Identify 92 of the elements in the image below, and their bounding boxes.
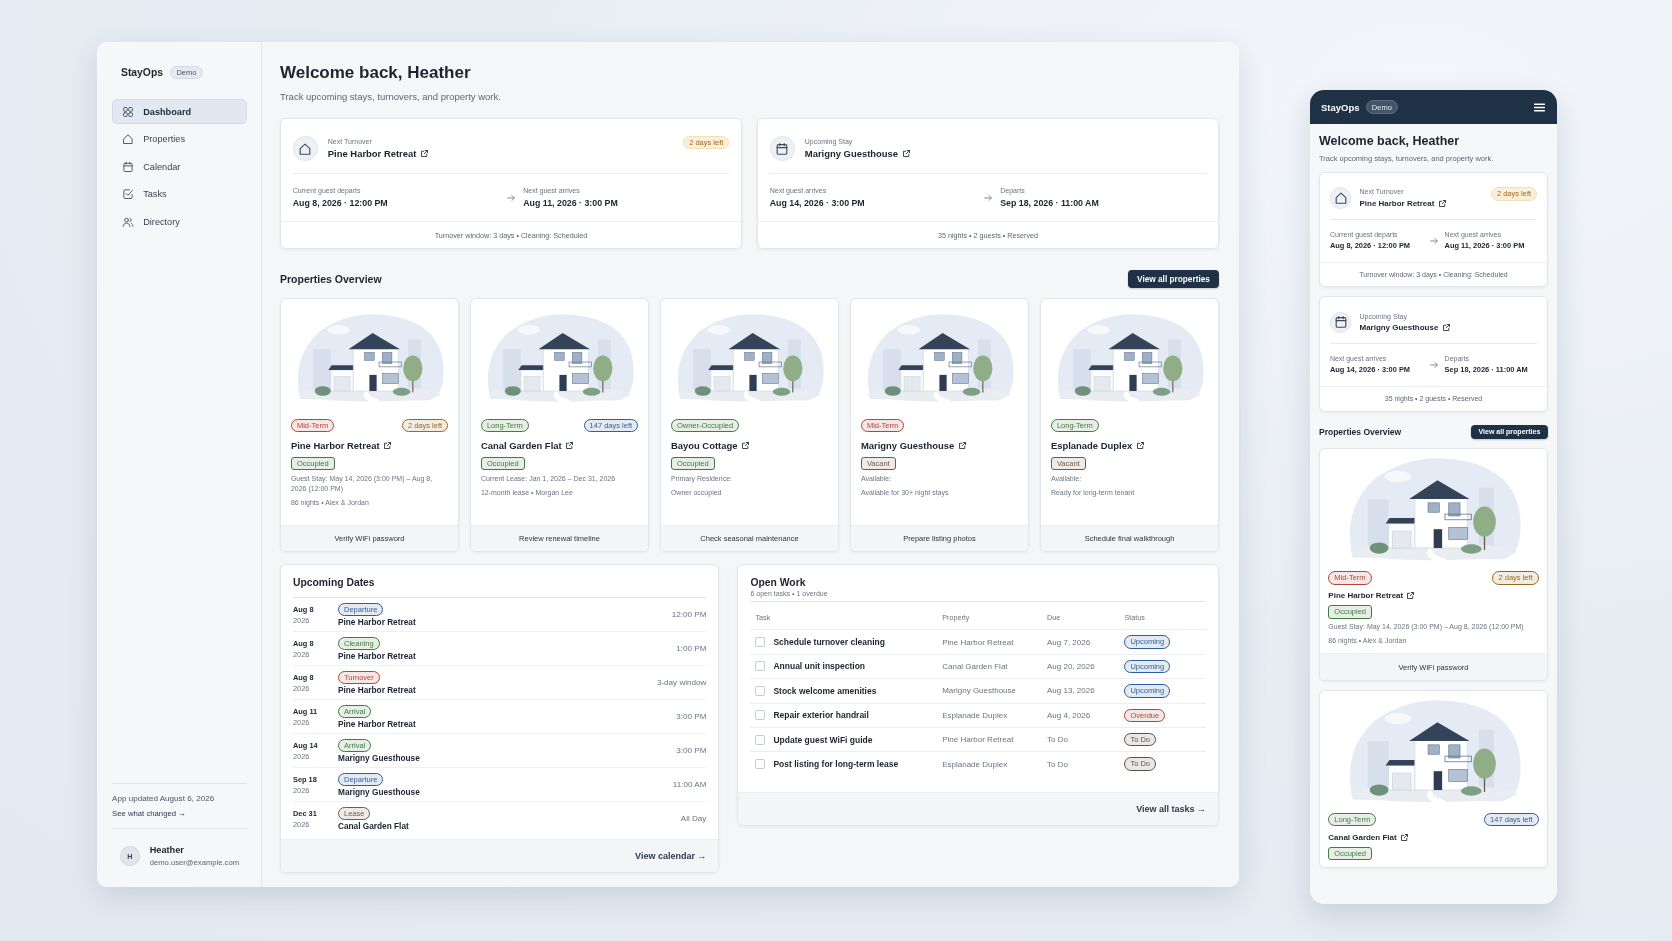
property-name[interactable]: Pine Harbor Retreat	[327, 148, 417, 160]
brand-name: StayOps	[1321, 101, 1360, 113]
event-time: 3:00 PM	[676, 712, 707, 722]
external-link-icon	[420, 149, 430, 159]
task-name: Update guest WiFi guide	[773, 734, 873, 745]
house-icon	[122, 133, 134, 146]
page-subtitle: Track upcoming stays, turnovers, and property work.	[280, 91, 502, 102]
nav-item[interactable]: Calendar	[112, 154, 247, 180]
due-date: Aug 20, 2026	[1047, 661, 1095, 671]
user-name: Heather	[149, 845, 185, 856]
date-time: Aug 11, 2026 · 3:00 PM	[523, 197, 619, 208]
external-link-icon	[1399, 833, 1409, 843]
property-name: Pine Harbor Retreat	[942, 637, 1014, 647]
page-title: Welcome back, Heather	[1319, 134, 1461, 148]
external-link-icon	[958, 441, 967, 451]
external-link-icon	[565, 441, 575, 451]
section-title: Open Work	[750, 577, 807, 589]
event-time: All Day	[680, 814, 707, 824]
date-time: Sep 18, 2026 · 11:00 AM	[1000, 197, 1100, 208]
event-time: 12:00 PM	[671, 610, 707, 620]
property-name: Esplanade Duplex	[942, 759, 1008, 769]
page-title: Welcome back, Heather	[280, 63, 472, 83]
nav-item[interactable]: Properties	[112, 126, 247, 152]
property-name: Canal Garden Flat	[338, 821, 410, 831]
external-link-icon	[741, 441, 751, 451]
event-time: 1:00 PM	[676, 644, 707, 654]
nav-item[interactable]: Directory	[112, 209, 247, 235]
property-name: Pine Harbor Retreat	[338, 719, 417, 729]
property-name: Pine Harbor Retreat	[338, 685, 417, 695]
external-link-icon	[1406, 591, 1416, 601]
view-calendar-link[interactable]: View calendar →	[635, 850, 707, 861]
people-icon	[122, 215, 134, 228]
brand-name: StayOps	[121, 67, 163, 79]
external-link-icon	[383, 441, 393, 451]
task-name: Schedule turnover cleaning	[773, 637, 885, 648]
external-link-icon	[1441, 323, 1451, 333]
arrow-right-icon	[506, 192, 516, 203]
task-checkbox[interactable]	[755, 759, 766, 770]
calendar-icon	[1329, 311, 1352, 333]
due-date: Aug 4, 2026	[1047, 710, 1091, 720]
property-name: Marigny Guesthouse	[338, 787, 421, 797]
task-checkbox[interactable]	[755, 710, 766, 721]
task-checkbox[interactable]	[755, 661, 766, 672]
date-time: Aug 14, 2026 · 3:00 PM	[769, 197, 866, 208]
task-checkbox[interactable]	[755, 685, 766, 696]
calendar-icon	[769, 136, 795, 162]
event-time: 11:00 AM	[672, 780, 707, 790]
checklist-icon	[122, 188, 134, 201]
arrow-right-icon	[983, 192, 993, 203]
task-name: Annual unit inspection	[773, 661, 866, 672]
view-all-properties-button[interactable]: View all properties	[1127, 270, 1219, 289]
house-icon	[292, 136, 318, 162]
due-date: Aug 13, 2026	[1047, 686, 1095, 696]
property-name: Marigny Guesthouse	[338, 753, 421, 763]
property-name[interactable]: Esplanade Duplex	[1050, 440, 1133, 452]
update-note: App updated August 6, 2026	[112, 794, 216, 804]
property-name: Pine Harbor Retreat	[942, 735, 1014, 745]
house-icon	[1329, 187, 1352, 209]
nav-item[interactable]: Tasks	[112, 181, 247, 207]
property-name: Esplanade Duplex	[942, 710, 1008, 720]
property-name[interactable]: Bayou Cottage	[670, 440, 738, 452]
due-date: To Do	[1047, 735, 1068, 745]
task-checkbox[interactable]	[755, 734, 766, 745]
arrow-right-icon	[1428, 235, 1439, 246]
property-name[interactable]: Marigny Guesthouse	[860, 440, 955, 452]
grid-icon	[122, 105, 134, 118]
property-name: Marigny Guesthouse	[942, 686, 1017, 696]
task-checkbox[interactable]	[755, 637, 766, 648]
task-name: Stock welcome amenities	[773, 685, 877, 696]
property-name[interactable]: Marigny Guesthouse	[804, 148, 899, 160]
property-name: Pine Harbor Retreat	[338, 617, 417, 627]
due-date: To Do	[1047, 759, 1068, 769]
view-tasks-link[interactable]: View all tasks →	[1136, 803, 1206, 814]
task-name: Repair exterior handrail	[773, 710, 869, 721]
property-name[interactable]: Canal Garden Flat	[480, 440, 562, 452]
event-time: 3-day window	[656, 678, 707, 688]
property-name: Pine Harbor Retreat	[338, 651, 417, 661]
property-name[interactable]: Pine Harbor Retreat	[290, 440, 380, 452]
nav-item[interactable]: Dashboard	[112, 99, 247, 125]
section-title: Properties Overview	[1319, 426, 1402, 437]
section-title: Properties Overview	[280, 273, 382, 286]
external-link-icon	[901, 149, 911, 159]
task-name: Post listing for long-term lease	[773, 759, 899, 770]
external-link-icon	[1437, 198, 1447, 208]
due-date: Aug 7, 2026	[1047, 637, 1091, 647]
section-title: Upcoming Dates	[293, 577, 707, 598]
calendar-icon	[122, 160, 134, 173]
external-link-icon	[1135, 441, 1145, 451]
arrow-right-icon	[1428, 359, 1439, 370]
event-time: 3:00 PM	[676, 746, 707, 756]
date-time: Aug 8, 2026 · 12:00 PM	[292, 197, 389, 208]
property-name: Canal Garden Flat	[942, 661, 1008, 671]
